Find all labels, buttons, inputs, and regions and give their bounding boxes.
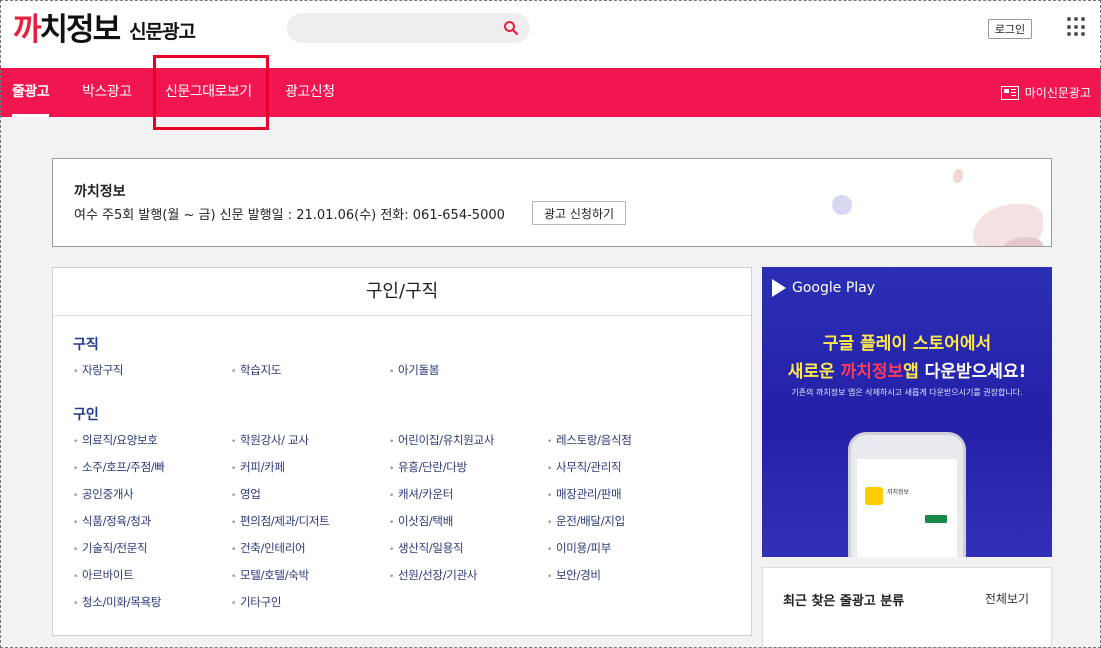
category-link[interactable]: 사무직/관리직 <box>547 459 622 475</box>
logo-wordmark: 까치정보 <box>13 12 121 48</box>
category-link[interactable]: 건축/인테리어 <box>231 540 306 556</box>
category-link[interactable]: 식품/정육/청과 <box>73 513 151 529</box>
google-play-label: Google Play <box>792 280 876 296</box>
ad-note: 기존의 까치정보 앱은 삭제하시고 새롭게 다운받으시기를 권장합니다. <box>791 388 1023 397</box>
category-link[interactable]: 이삿짐/택배 <box>389 513 453 529</box>
category-link[interactable]: 소주/호프/주점/빠 <box>73 459 165 475</box>
category-link[interactable]: 어린이집/유치원교사 <box>389 432 494 448</box>
search-icon[interactable] <box>503 20 519 36</box>
category-link[interactable]: 생산직/일용직 <box>389 540 464 556</box>
publication-title: 까치정보 <box>74 184 126 200</box>
nav-tab-newspaper-view[interactable]: 신문그대로보기 <box>165 68 252 117</box>
decor-circle <box>832 195 852 215</box>
nav-tab-ad-request[interactable]: 광고신청 <box>285 68 335 117</box>
search-box <box>287 13 530 43</box>
install-button-graphic <box>925 515 947 523</box>
apply-ad-button[interactable]: 광고 신청하기 <box>532 201 626 225</box>
logo-subtitle: 신문광고 <box>129 21 196 43</box>
category-link[interactable]: 청소/미화/목욕탕 <box>73 594 161 610</box>
decor-petal <box>953 169 963 183</box>
header: 까치정보 신문광고 로그인 <box>0 0 1101 68</box>
category-link[interactable]: 캐셔/카운터 <box>389 486 453 502</box>
category-link[interactable]: 편의점/제과/디저트 <box>231 513 330 529</box>
category-panel: 구인/구직 구직 자랑구직 학습지도 아기돌봄 구인 의료직/요양보호 학원강사/… <box>52 267 752 636</box>
recent-categories-panel: 최근 찾은 줄광고 분류 전체보기 <box>762 567 1052 648</box>
publication-info-banner: 까치정보 여수 주5회 발행(월 ~ 금) 신문 발행일 : 21.01.06(… <box>52 158 1052 247</box>
apps-menu-icon[interactable] <box>1067 17 1087 37</box>
category-link[interactable]: 기타구인 <box>231 594 281 610</box>
category-link[interactable]: 커피/카페 <box>231 459 285 475</box>
category-link[interactable]: 선원/선장/기관사 <box>389 567 477 583</box>
category-link[interactable]: 운전/배달/지입 <box>547 513 625 529</box>
category-link[interactable]: 레스토랑/음식점 <box>547 432 632 448</box>
my-ads-label: 마이신문광고 <box>1024 86 1091 100</box>
main-nav: 줄광고 박스광고 신문그대로보기 광고신청 마이신문광고 <box>0 68 1101 117</box>
category-link[interactable]: 매장관리/판매 <box>547 486 622 502</box>
category-link[interactable]: 학원강사/ 교사 <box>231 432 309 448</box>
ad-headline-1: 구글 플레이 스토어에서 <box>822 334 992 354</box>
section-label-hiring: 구인 <box>73 407 99 423</box>
search-input[interactable] <box>299 18 499 38</box>
nav-tab-box-ads[interactable]: 박스광고 <box>82 68 132 117</box>
my-newspaper-ads-link[interactable]: 마이신문광고 <box>1000 68 1091 117</box>
nav-tab-line-ads[interactable]: 줄광고 <box>12 68 50 117</box>
newspaper-icon <box>1000 85 1019 100</box>
category-title: 구인/구직 <box>53 268 751 316</box>
play-store-icon <box>772 279 786 297</box>
category-link[interactable]: 아르바이트 <box>73 567 134 583</box>
site-logo[interactable]: 까치정보 신문광고 <box>13 8 196 48</box>
category-link[interactable]: 이미용/피부 <box>547 540 611 556</box>
phone-mockup-image: 까치정보 <box>848 432 966 557</box>
login-button[interactable]: 로그인 <box>988 19 1032 39</box>
ad-headline-2: 새로운 까치정보앱 다운받으세요! <box>787 362 1027 382</box>
category-link[interactable]: 유흥/단란/다방 <box>389 459 467 475</box>
google-play-ad-banner[interactable]: Google Play 구글 플레이 스토어에서 새로운 까치정보앱 다운받으세… <box>762 267 1052 557</box>
category-link[interactable]: 영업 <box>231 486 261 502</box>
app-icon <box>865 487 883 505</box>
recent-title: 최근 찾은 줄광고 분류 <box>783 594 905 609</box>
category-link[interactable]: 공인중개사 <box>73 486 134 502</box>
category-link[interactable]: 기술직/전문직 <box>73 540 148 556</box>
view-all-link[interactable]: 전체보기 <box>985 590 1029 607</box>
google-play-logo: Google Play <box>772 279 875 297</box>
category-link[interactable]: 아기돌봄 <box>389 362 439 378</box>
category-link[interactable]: 모텔/호텔/숙박 <box>231 567 309 583</box>
category-link[interactable]: 의료직/요양보호 <box>73 432 158 448</box>
app-name: 까치정보 <box>887 489 910 496</box>
category-link[interactable]: 자랑구직 <box>73 362 123 378</box>
section-label-jobseek: 구직 <box>73 337 99 353</box>
category-link[interactable]: 보안/경비 <box>547 567 601 583</box>
category-link[interactable]: 학습지도 <box>231 362 281 378</box>
publication-details: 여수 주5회 발행(월 ~ 금) 신문 발행일 : 21.01.06(수) 전화… <box>74 208 505 223</box>
